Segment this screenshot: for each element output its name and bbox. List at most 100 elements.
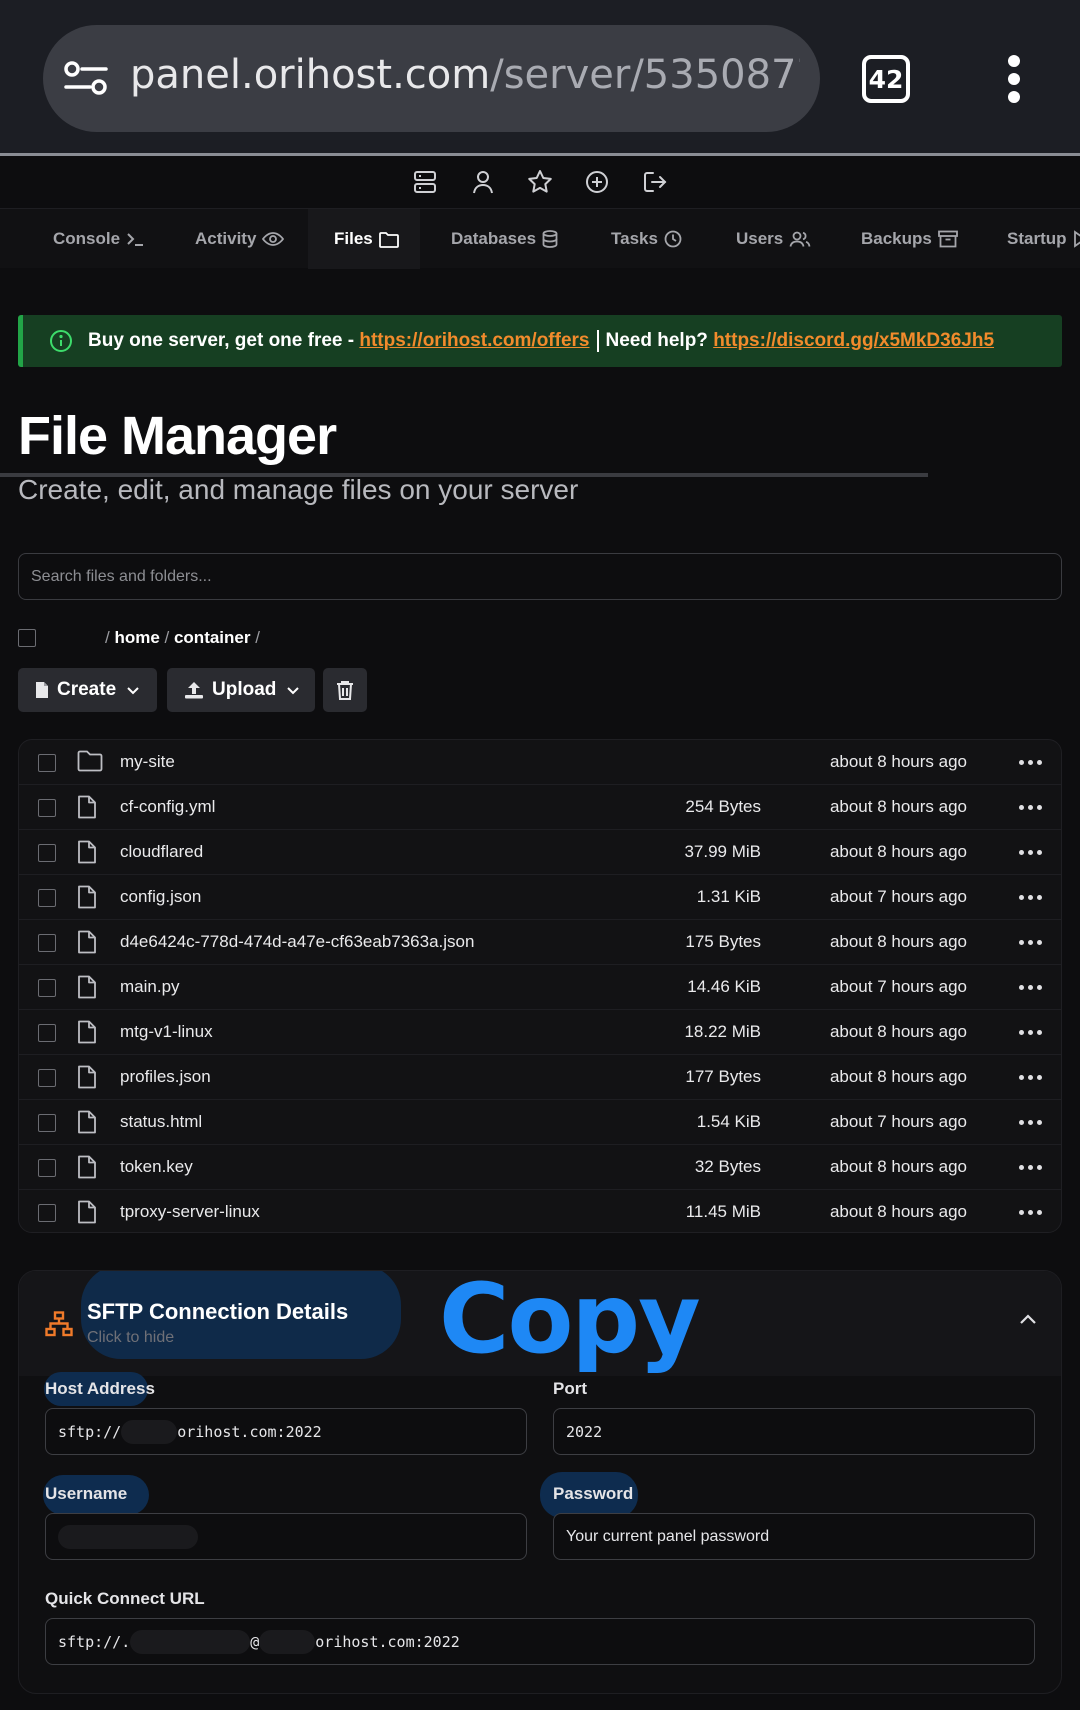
browser-menu-icon[interactable]: [1003, 55, 1025, 103]
file-row[interactable]: token.key 32 Bytes about 8 hours ago: [19, 1145, 1061, 1190]
more-options-icon[interactable]: [1019, 1165, 1042, 1170]
row-checkbox[interactable]: [38, 979, 56, 997]
file-name[interactable]: mtg-v1-linux: [120, 1022, 213, 1042]
more-options-icon[interactable]: [1019, 1075, 1042, 1080]
password-field[interactable]: Your current panel password: [553, 1513, 1035, 1560]
file-icon: [35, 681, 49, 699]
more-options-icon[interactable]: [1019, 850, 1042, 855]
divider: [596, 330, 599, 352]
tab-switcher-button[interactable]: 42: [862, 55, 910, 103]
file-row[interactable]: status.html 1.54 KiB about 7 hours ago: [19, 1100, 1061, 1145]
discord-link[interactable]: https://discord.gg/x5MkD36Jh5: [713, 330, 994, 352]
tab-users[interactable]: Users: [736, 209, 811, 269]
tab-label: Tasks: [611, 229, 658, 248]
file-icon: [77, 1110, 97, 1139]
tab-tasks[interactable]: Tasks: [611, 209, 682, 269]
row-checkbox[interactable]: [38, 1114, 56, 1132]
url-text[interactable]: panel.orihost.com/server/5350877c/file: [130, 52, 800, 98]
select-all-checkbox[interactable]: [18, 629, 36, 647]
server-icon[interactable]: [411, 168, 439, 196]
create-button[interactable]: Create: [18, 668, 157, 712]
sftp-hint: Click to hide: [87, 1329, 175, 1346]
terminal-icon: [126, 231, 144, 247]
upload-icon: [184, 681, 204, 699]
server-tabs: Console Activity Files Databases Tasks U…: [0, 208, 1080, 477]
more-options-icon[interactable]: [1019, 805, 1042, 810]
file-name[interactable]: main.py: [120, 977, 180, 997]
upload-button[interactable]: Upload: [167, 668, 315, 712]
file-modified: about 8 hours ago: [829, 932, 967, 951]
tab-databases[interactable]: Databases: [451, 209, 558, 269]
tab-backups[interactable]: Backups: [861, 209, 958, 269]
file-row[interactable]: main.py 14.46 KiB about 7 hours ago: [19, 965, 1061, 1010]
tab-activity[interactable]: Activity: [195, 209, 285, 269]
file-size: 177 Bytes: [685, 1067, 761, 1086]
add-circle-icon[interactable]: [583, 168, 611, 196]
username-field[interactable]: [45, 1513, 527, 1560]
breadcrumb-container[interactable]: container: [174, 628, 251, 647]
tab-console[interactable]: Console: [53, 209, 144, 269]
more-options-icon[interactable]: [1019, 985, 1042, 990]
file-row[interactable]: mtg-v1-linux 18.22 MiB about 8 hours ago: [19, 1010, 1061, 1055]
quick-prefix: sftp://.: [58, 1632, 131, 1651]
file-row[interactable]: my-site about 8 hours ago: [19, 740, 1061, 785]
row-checkbox[interactable]: [38, 754, 56, 772]
file-name[interactable]: status.html: [120, 1112, 202, 1132]
more-options-icon[interactable]: [1019, 760, 1042, 765]
tab-files[interactable]: Files: [308, 209, 420, 269]
row-checkbox[interactable]: [38, 799, 56, 817]
host-field[interactable]: sftp:// orihost.com:2022: [45, 1408, 527, 1455]
file-name[interactable]: token.key: [120, 1157, 193, 1177]
offers-link[interactable]: https://orihost.com/offers: [359, 330, 589, 352]
row-checkbox[interactable]: [38, 1159, 56, 1177]
file-modified: about 7 hours ago: [829, 977, 967, 996]
quick-connect-field[interactable]: sftp://. @ orihost.com:2022: [45, 1618, 1035, 1665]
more-options-icon[interactable]: [1019, 895, 1042, 900]
file-row[interactable]: profiles.json 177 Bytes about 8 hours ago: [19, 1055, 1061, 1100]
file-name[interactable]: profiles.json: [120, 1067, 211, 1087]
file-row[interactable]: cf-config.yml 254 Bytes about 8 hours ago: [19, 785, 1061, 830]
file-name[interactable]: cf-config.yml: [120, 797, 215, 817]
file-name[interactable]: d4e6424c-778d-474d-a47e-cf63eab7363a.jso…: [120, 932, 474, 952]
account-icon[interactable]: [469, 168, 497, 196]
copy-annotation: Copy: [439, 1270, 701, 1375]
row-checkbox[interactable]: [38, 1204, 56, 1222]
search-input[interactable]: [18, 553, 1062, 600]
file-row[interactable]: cloudflared 37.99 MiB about 8 hours ago: [19, 830, 1061, 875]
file-size: 18.22 MiB: [684, 1022, 761, 1041]
tab-label: Users: [736, 229, 784, 248]
file-modified: about 8 hours ago: [829, 797, 967, 816]
more-options-icon[interactable]: [1019, 1210, 1042, 1215]
database-icon: [542, 230, 558, 248]
file-name[interactable]: my-site: [120, 752, 175, 772]
file-row[interactable]: config.json 1.31 KiB about 7 hours ago: [19, 875, 1061, 920]
more-options-icon[interactable]: [1019, 940, 1042, 945]
folder-icon: [378, 231, 399, 248]
create-label: Create: [57, 679, 117, 700]
file-name[interactable]: config.json: [120, 887, 201, 907]
port-field[interactable]: 2022: [553, 1408, 1035, 1455]
file-row[interactable]: tproxy-server-linux 11.45 MiB about 8 hour…: [19, 1190, 1061, 1232]
more-options-icon[interactable]: [1019, 1120, 1042, 1125]
quick-at: @: [250, 1632, 260, 1651]
top-icon-bar: [0, 156, 1080, 208]
delete-button[interactable]: [323, 668, 367, 712]
file-size: 14.46 KiB: [687, 977, 761, 996]
chevron-down-icon: [126, 685, 140, 695]
row-checkbox[interactable]: [38, 1069, 56, 1087]
star-icon[interactable]: [526, 168, 554, 196]
file-name[interactable]: cloudflared: [120, 842, 203, 862]
row-checkbox[interactable]: [38, 1024, 56, 1042]
breadcrumb-home[interactable]: home: [114, 628, 159, 647]
site-settings-icon[interactable]: [64, 60, 108, 96]
row-checkbox[interactable]: [38, 889, 56, 907]
file-row[interactable]: d4e6424c-778d-474d-a47e-cf63eab7363a.jso…: [19, 920, 1061, 965]
logout-icon[interactable]: [641, 168, 669, 196]
tab-startup[interactable]: Startup: [1007, 209, 1080, 269]
row-checkbox[interactable]: [38, 934, 56, 952]
chevron-up-icon[interactable]: [1019, 1313, 1037, 1325]
row-checkbox[interactable]: [38, 844, 56, 862]
file-size: 37.99 MiB: [684, 842, 761, 861]
file-name[interactable]: tproxy-server-linux: [120, 1202, 260, 1222]
more-options-icon[interactable]: [1019, 1030, 1042, 1035]
